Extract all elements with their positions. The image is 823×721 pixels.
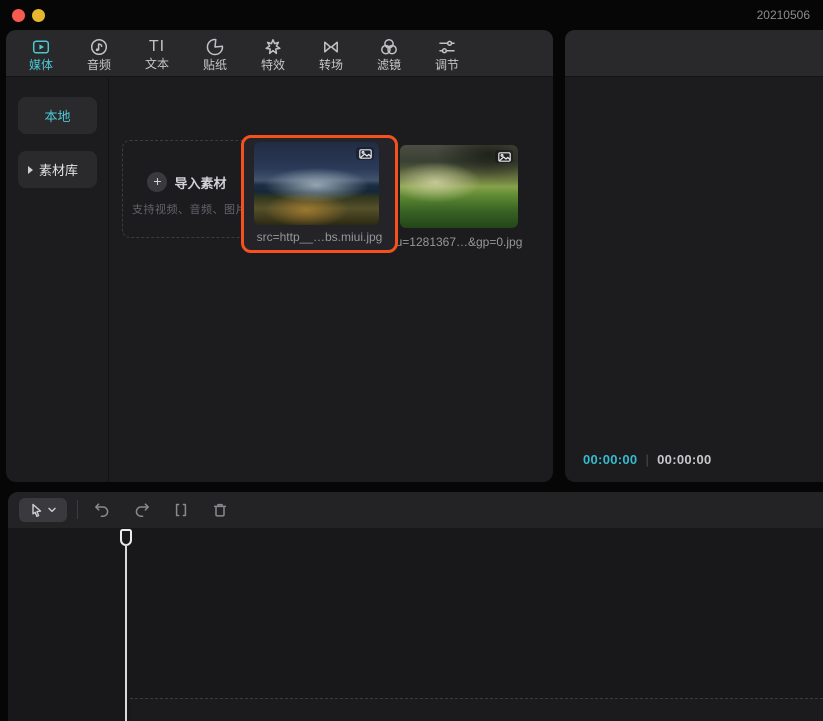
media-panel: 媒体 音频 TI 文本 贴纸 特效 — [6, 30, 553, 482]
media-body: 本地 素材库 + 导入素材 支持视频、音频、图片 — [6, 78, 553, 482]
tab-media-label: 媒体 — [29, 59, 53, 71]
playhead-line — [125, 544, 127, 721]
media-item-filename: u=1281367…&gp=0.jpg — [391, 235, 527, 249]
tab-transition-label: 转场 — [319, 59, 343, 71]
timeline-playhead[interactable] — [117, 528, 135, 721]
tab-filter[interactable]: 滤镜 — [360, 30, 418, 77]
media-sidebar: 本地 素材库 — [6, 78, 109, 482]
tab-text-label: 文本 — [145, 58, 169, 70]
tab-media[interactable]: 媒体 — [12, 30, 70, 77]
undo-button[interactable] — [93, 501, 111, 519]
filter-icon — [379, 37, 399, 57]
tab-sticker[interactable]: 贴纸 — [186, 30, 244, 77]
titlebar: 20210506 — [0, 0, 823, 30]
minimize-traffic-light[interactable] — [32, 9, 45, 22]
sidebar-item-library[interactable]: 素材库 — [18, 151, 97, 188]
total-time: 00:00:00 — [657, 452, 711, 467]
split-icon — [172, 501, 190, 519]
split-button[interactable] — [172, 501, 190, 519]
import-subtitle: 支持视频、音频、图片 — [132, 201, 247, 217]
audio-icon — [89, 37, 109, 57]
sidebar-library-label: 素材库 — [39, 160, 78, 179]
sticker-icon — [205, 37, 225, 57]
media-item[interactable] — [400, 145, 518, 228]
select-tool-button[interactable] — [19, 498, 67, 522]
tab-text[interactable]: TI 文本 — [128, 30, 186, 77]
tab-adjust-label: 调节 — [435, 59, 459, 71]
timeline-panel — [8, 492, 823, 721]
effects-icon — [263, 37, 283, 57]
tab-filter-label: 滤镜 — [377, 59, 401, 71]
chevron-right-icon — [28, 166, 33, 174]
tab-sticker-label: 贴纸 — [203, 59, 227, 71]
adjust-icon — [437, 37, 457, 57]
media-toolbar: 媒体 音频 TI 文本 贴纸 特效 — [6, 30, 553, 77]
timeline-track-dropzone[interactable] — [130, 698, 823, 721]
cursor-icon — [30, 503, 43, 517]
tab-adjust[interactable]: 调节 — [418, 30, 476, 77]
close-traffic-light[interactable] — [12, 9, 25, 22]
trash-icon — [211, 501, 229, 519]
tab-effects[interactable]: 特效 — [244, 30, 302, 77]
import-material-dropzone[interactable]: + 导入素材 支持视频、音频、图片 — [122, 140, 252, 238]
sidebar-local-label: 本地 — [44, 106, 70, 125]
tab-audio[interactable]: 音频 — [70, 30, 128, 77]
redo-button[interactable] — [133, 501, 151, 519]
timeline-toolbar — [8, 492, 823, 528]
media-item-filename: src=http__…bs.miui.jpg — [244, 230, 395, 244]
media-item-selected[interactable]: src=http__…bs.miui.jpg — [241, 135, 398, 253]
timecode-separator: | — [645, 452, 649, 467]
transition-icon — [321, 37, 341, 57]
media-icon — [31, 37, 51, 57]
import-title: 导入素材 — [174, 173, 226, 192]
image-icon — [498, 152, 511, 162]
window-title: 20210506 — [757, 8, 810, 22]
redo-icon — [133, 501, 151, 519]
text-icon: TI — [149, 38, 165, 56]
toolbar-divider — [77, 500, 78, 519]
timecode-display: 00:00:00 | 00:00:00 — [583, 452, 712, 467]
tab-audio-label: 音频 — [87, 59, 111, 71]
current-time: 00:00:00 — [583, 452, 637, 467]
undo-icon — [93, 501, 111, 519]
chevron-down-icon — [48, 507, 56, 513]
image-icon — [359, 149, 372, 159]
image-type-badge — [356, 147, 374, 160]
tab-effects-label: 特效 — [261, 59, 285, 71]
preview-panel: 00:00:00 | 00:00:00 — [565, 30, 823, 482]
preview-header — [565, 30, 823, 77]
tab-transition[interactable]: 转场 — [302, 30, 360, 77]
plus-icon: + — [147, 172, 167, 192]
media-thumbnail-night-lake — [254, 142, 379, 225]
sidebar-item-local[interactable]: 本地 — [18, 97, 97, 134]
delete-button[interactable] — [211, 501, 229, 519]
import-title-row: + 导入素材 — [123, 172, 251, 192]
image-type-badge — [495, 150, 513, 163]
